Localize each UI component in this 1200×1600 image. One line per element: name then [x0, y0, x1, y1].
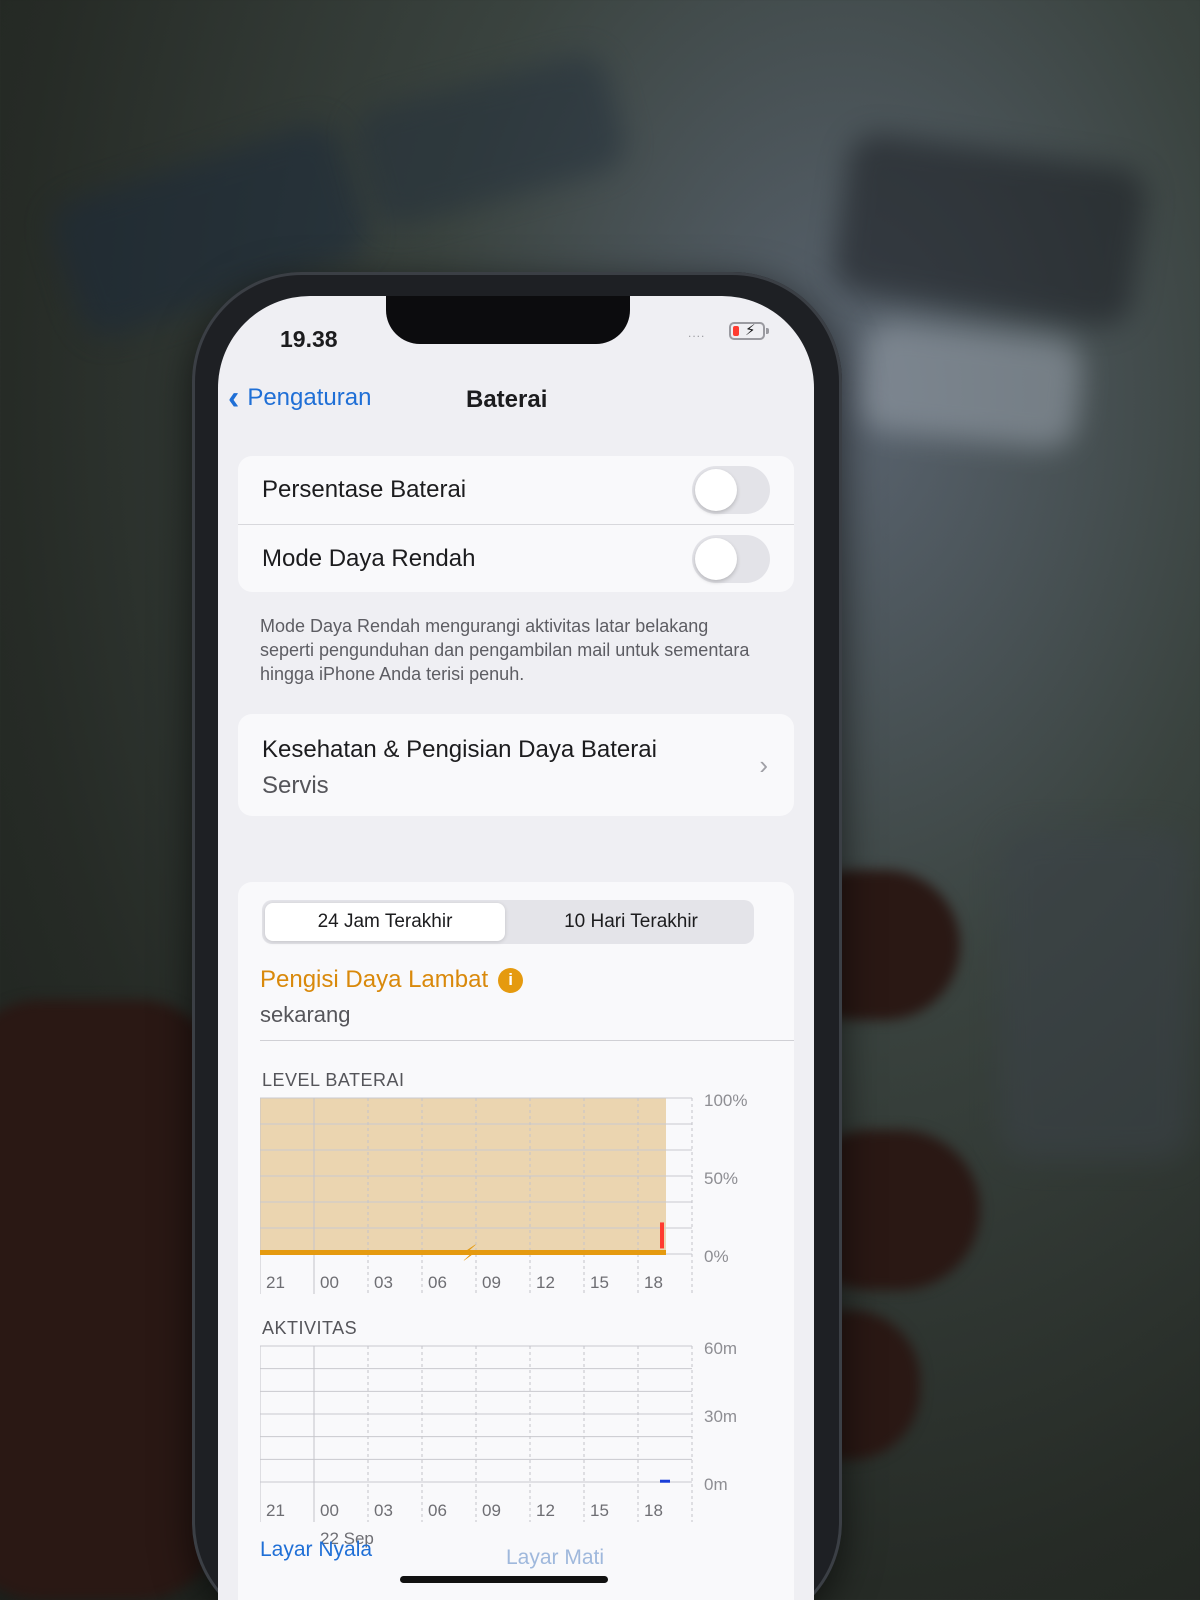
notch [386, 296, 630, 344]
x-tick-label: 15 [590, 1273, 609, 1292]
low-power-mode-label: Mode Daya Rendah [262, 544, 476, 572]
y-tick-label: 0m [704, 1475, 728, 1494]
home-indicator [400, 1576, 608, 1583]
x-tick-label: 15 [590, 1501, 609, 1520]
y-tick-label: 0% [704, 1247, 729, 1266]
x-tick-label: 00 [320, 1501, 339, 1520]
y-tick-label: 30m [704, 1407, 737, 1426]
period-segmented-control: 24 Jam Terakhir 10 Hari Terakhir [262, 900, 754, 944]
battery-percentage-row: Persentase Baterai [238, 456, 794, 524]
x-tick-label: 03 [374, 1273, 393, 1292]
signal-icon: .... [688, 326, 706, 340]
chevron-left-icon: ‹ [228, 379, 240, 417]
battery-percentage-label: Persentase Baterai [262, 476, 467, 503]
slow-charger-heading: Pengisi Daya Lambat i [260, 966, 524, 994]
low-battery-mark [660, 1222, 664, 1249]
activity-bar [660, 1479, 670, 1483]
tab-last-10-days[interactable]: 10 Hari Terakhir [511, 903, 751, 941]
battery-health-row[interactable]: Kesehatan & Pengisian Daya Baterai Servi… [238, 714, 794, 816]
usage-card: 24 Jam Terakhir 10 Hari Terakhir Pengisi… [238, 882, 794, 1600]
background-object [854, 318, 1086, 452]
x-tick-label: 12 [536, 1501, 555, 1520]
y-tick-label: 100% [704, 1092, 747, 1110]
x-tick-label: 00 [320, 1273, 339, 1292]
page-title: Baterai [466, 386, 548, 413]
background-object [1000, 830, 1190, 1160]
x-tick-label: 12 [536, 1273, 555, 1292]
info-icon[interactable]: i [498, 967, 524, 993]
y-tick-label: 60m [704, 1340, 737, 1358]
battery-health-status: Servis [262, 772, 329, 799]
divider [260, 1040, 794, 1041]
slow-charger-time: sekarang [260, 1002, 351, 1027]
screen-on-link[interactable]: Layar Nyala [260, 1538, 372, 1562]
toggle-card: Persentase Baterai Mode Daya Rendah [238, 456, 794, 592]
x-tick-label: 18 [644, 1501, 663, 1520]
status-time: 19.38 [280, 326, 338, 352]
phone-screen: 19.38 .... ⚡ ‹ Pengaturan Baterai Persen… [218, 296, 814, 1600]
slow-charger-title: Pengisi Daya Lambat [260, 966, 489, 993]
background-object [348, 48, 632, 232]
screen-off-link[interactable]: Layar Mati [506, 1546, 604, 1570]
tab-last-24-hours[interactable]: 24 Jam Terakhir [265, 903, 505, 941]
x-tick-label: 03 [374, 1501, 393, 1520]
battery-level-label: LEVEL BATERAI [262, 1070, 405, 1090]
background-object [830, 129, 1150, 331]
activity-chart: 60m30m0m21 00 03 06 09 12 15 1822 Sep [260, 1340, 737, 1548]
x-tick-label: 21 [266, 1273, 285, 1292]
x-tick-label: 09 [482, 1273, 501, 1292]
low-power-mode-row: Mode Daya Rendah [238, 524, 794, 592]
charging-bolt-icon: ⚡ [462, 1241, 477, 1266]
low-power-footnote: Mode Daya Rendah mengurangi aktivitas la… [260, 616, 750, 684]
battery-level-chart: 100% 50% 0% 21 00 03 06 09 12 15 18 ⚡ [260, 1092, 747, 1294]
x-tick-label: 06 [428, 1273, 447, 1292]
x-tick-label: 06 [428, 1501, 447, 1520]
x-tick-label: 21 [266, 1501, 285, 1520]
battery-health-title: Kesehatan & Pengisian Daya Baterai [262, 736, 657, 763]
hand [0, 1000, 220, 1600]
x-tick-label: 18 [644, 1273, 663, 1292]
chevron-right-icon: › [759, 750, 768, 780]
battery-charging-low-icon: ⚡ [729, 322, 769, 340]
activity-label: AKTIVITAS [262, 1318, 358, 1338]
back-label: Pengaturan [247, 384, 372, 411]
back-button[interactable]: ‹ Pengaturan [228, 379, 372, 417]
battery-percentage-toggle[interactable] [692, 466, 770, 514]
low-power-mode-toggle[interactable] [692, 535, 770, 583]
y-tick-label: 50% [704, 1169, 738, 1188]
x-tick-label: 09 [482, 1501, 501, 1520]
